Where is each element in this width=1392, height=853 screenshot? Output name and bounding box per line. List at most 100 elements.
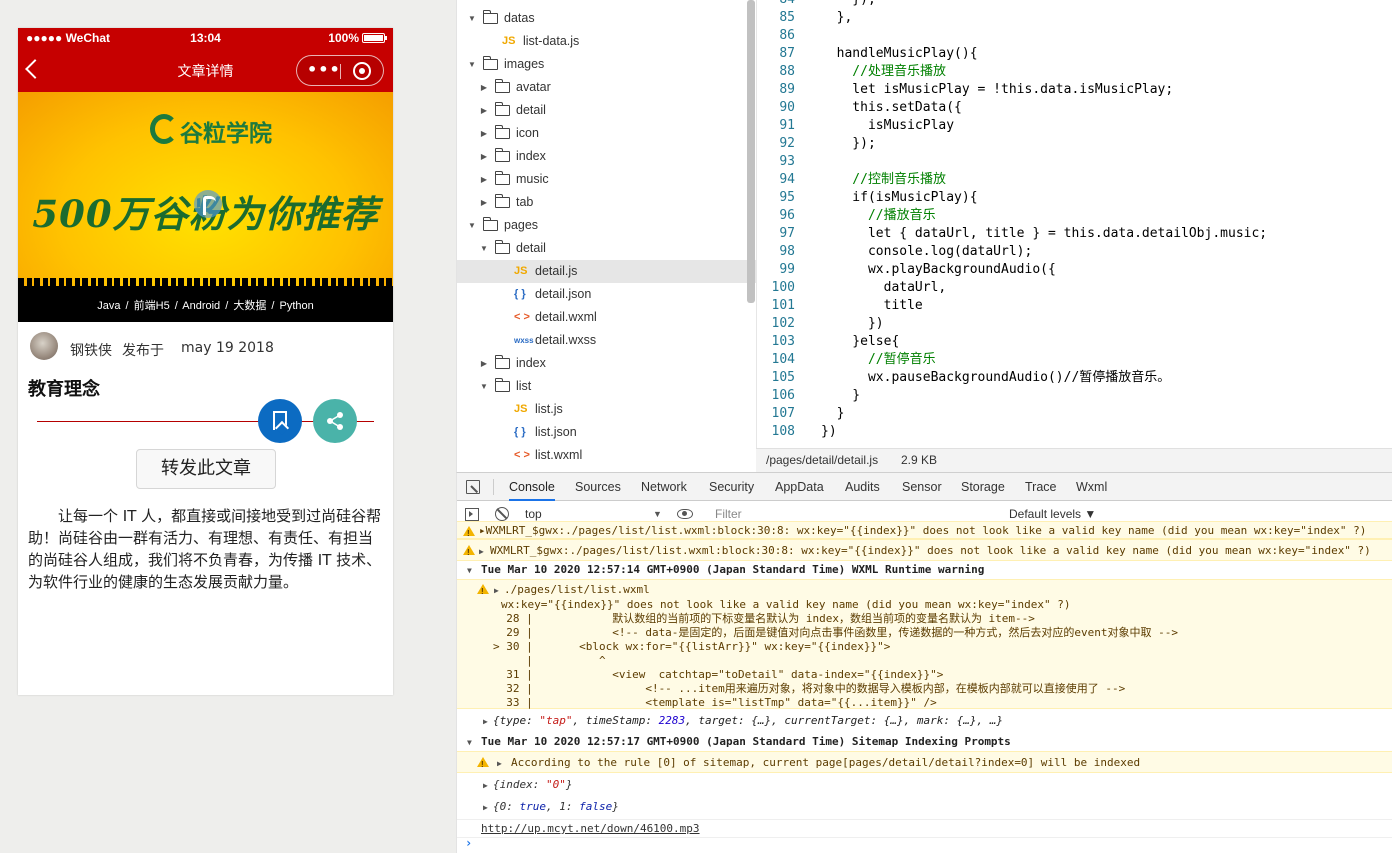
expand-arrow-icon[interactable]: ▶ <box>483 779 488 793</box>
tab-storage[interactable]: Storage <box>961 473 1005 501</box>
file-tree: ▼ datas JS list-data.js ▼ images ▶ avatar ▶ detai… <box>456 0 756 472</box>
tab-sources[interactable]: Sources <box>575 473 621 501</box>
console-prompt-row[interactable] <box>457 837 1392 853</box>
console-warning[interactable]: ▶ WXMLRT_$gwx:./pages/list/list.wxml:blo… <box>457 539 1392 561</box>
expand-arrow-icon[interactable]: ▶ <box>497 757 502 771</box>
chevron-down-icon[interactable]: ▼ <box>479 237 489 260</box>
tree-item[interactable]: ▼ list <box>457 375 756 398</box>
tree-item[interactable]: ▶ icon <box>457 122 756 145</box>
tree-item[interactable]: JS list-data.js <box>457 30 756 53</box>
line-number: 107 <box>771 406 795 421</box>
tab-trace[interactable]: Trace <box>1025 473 1057 501</box>
tab-appdata[interactable]: AppData <box>775 473 824 501</box>
warning-icon <box>477 584 489 599</box>
avatar <box>30 332 58 360</box>
wxml-file-icon: < > <box>514 311 530 323</box>
collapse-arrow-icon[interactable]: ▼ <box>467 564 472 578</box>
warning-text: WXMLRT_$gwx:./pages/list/list.wxml:block… <box>490 544 1371 557</box>
tree-item[interactable]: wxss detail.wxss <box>457 329 756 352</box>
close-miniprogram-icon[interactable] <box>353 62 371 80</box>
chevron-right-icon[interactable]: ▶ <box>479 122 489 145</box>
live-expression-eye-icon[interactable] <box>677 509 693 519</box>
tree-item[interactable]: ▶ tab <box>457 191 756 214</box>
tap-event-object: {type: "tap", timeStamp: 2283, target: {… <box>493 714 1003 728</box>
line-number: 100 <box>771 280 795 295</box>
tree-item[interactable]: { } list.json <box>457 421 756 444</box>
obj-suffix: } <box>612 800 619 813</box>
chevron-right-icon[interactable]: ▶ <box>479 99 489 122</box>
tree-item-label: tab <box>516 195 534 209</box>
console-object[interactable]: ▶ {type: "tap", timeStamp: 2283, target:… <box>457 712 1392 730</box>
chevron-down-icon[interactable]: ▼ <box>467 7 477 30</box>
tree-item[interactable]: < > detail.wxml <box>457 306 756 329</box>
chevron-down-icon[interactable]: ▼ <box>467 214 477 237</box>
tree-item[interactable]: ▶ detail <box>457 99 756 122</box>
chevron-right-icon[interactable]: ▶ <box>479 352 489 375</box>
tab-sensor[interactable]: Sensor <box>902 473 942 501</box>
line-number: 96 <box>779 208 795 223</box>
forward-article-button[interactable]: 转发此文章 <box>136 449 276 489</box>
code-text: wx.pauseBackgroundAudio()//暂停播放音乐。 <box>821 370 1171 385</box>
chevron-right-icon[interactable]: ▶ <box>479 76 489 99</box>
tree-item[interactable]: ▶ avatar <box>457 76 756 99</box>
line-number: 87 <box>779 46 795 61</box>
console-prompt-caret[interactable]: › <box>465 836 472 850</box>
tree-item[interactable]: JS list.js <box>457 398 756 421</box>
chevron-right-icon[interactable]: ▶ <box>479 168 489 191</box>
console-object[interactable]: ▶ {index: "0"} <box>457 776 1392 794</box>
index-object: {index: "0"} <box>493 778 572 792</box>
collect-button[interactable] <box>258 399 302 443</box>
tree-item-label: list.wxml <box>535 448 583 462</box>
tree-item[interactable]: ▼ datas <box>457 7 756 30</box>
line-number: 85 <box>779 10 795 25</box>
obj-type-value: "tap" <box>539 714 573 727</box>
console-group[interactable]: ▼ Tue Mar 10 2020 12:57:17 GMT+0900 (Jap… <box>457 733 1392 751</box>
tree-item[interactable]: ▶ music <box>457 168 756 191</box>
warning-icon <box>463 545 475 560</box>
console-object[interactable]: ▶ {0: true, 1: false} <box>457 798 1392 816</box>
chevron-right-icon[interactable]: ▶ <box>479 191 489 214</box>
code-text: }) <box>821 424 837 439</box>
share-button[interactable] <box>313 399 357 443</box>
folder-icon <box>495 79 510 93</box>
chevron-down-icon[interactable]: ▼ <box>479 375 489 398</box>
tree-item[interactable]: JS detail.js <box>457 260 756 283</box>
line-number: 91 <box>779 118 795 133</box>
chevron-down-icon[interactable]: ▼ <box>467 53 477 76</box>
chevron-right-icon[interactable]: ▶ <box>479 145 489 168</box>
music-url-link[interactable]: http://up.mcyt.net/down/46100.mp3 <box>481 822 700 836</box>
tab-console[interactable]: Console <box>509 473 555 501</box>
line-number: 97 <box>779 226 795 241</box>
console-group[interactable]: ▼ Tue Mar 10 2020 12:57:14 GMT+0900 (Jap… <box>457 561 1392 579</box>
expand-arrow-icon[interactable]: ▶ <box>483 715 488 729</box>
tree-item[interactable]: { } detail.json <box>457 283 756 306</box>
expand-arrow-icon[interactable]: ▶ <box>494 584 499 598</box>
author-row: 钢铁侠 发布于 may 19 2018 <box>30 332 380 364</box>
inspect-element-icon[interactable] <box>466 480 480 494</box>
code-editor[interactable]: 84 });85 },8687 handleMusicPlay(){88 //处… <box>756 0 1392 448</box>
clear-console-icon[interactable] <box>495 507 509 521</box>
tree-item[interactable]: ▶ index <box>457 352 756 375</box>
folder-icon <box>495 194 510 208</box>
tree-item[interactable]: ▶ index <box>457 145 756 168</box>
tree-item[interactable]: ▼ detail <box>457 237 756 260</box>
tab-audits[interactable]: Audits <box>845 473 880 501</box>
sitemap-warning[interactable]: ▶ According to the rule [0] of sitemap, … <box>457 751 1392 773</box>
file-tree-scrollbar[interactable] <box>747 0 755 303</box>
tree-item[interactable]: < > list.wxml <box>457 444 756 467</box>
console-sidebar-icon[interactable] <box>465 508 479 521</box>
collapse-arrow-icon[interactable]: ▼ <box>467 736 472 750</box>
tree-item[interactable]: ▼ pages <box>457 214 756 237</box>
code-text: this.setData({ <box>821 100 962 115</box>
code-line: 91 isMusicPlay <box>757 117 1392 135</box>
tab-security[interactable]: Security <box>709 473 754 501</box>
tab-wxml[interactable]: Wxml <box>1076 473 1107 501</box>
music-play-icon[interactable] <box>194 190 222 218</box>
code-text: if(isMusicPlay){ <box>821 190 978 205</box>
more-dots-icon[interactable]: ••• <box>307 62 340 80</box>
tab-network[interactable]: Network <box>641 473 687 501</box>
tree-item[interactable]: ▼ images <box>457 53 756 76</box>
expand-arrow-icon[interactable]: ▶ <box>483 801 488 815</box>
expand-arrow-icon[interactable]: ▶ <box>479 545 484 559</box>
code-line: 88 //处理音乐播放 <box>757 63 1392 81</box>
